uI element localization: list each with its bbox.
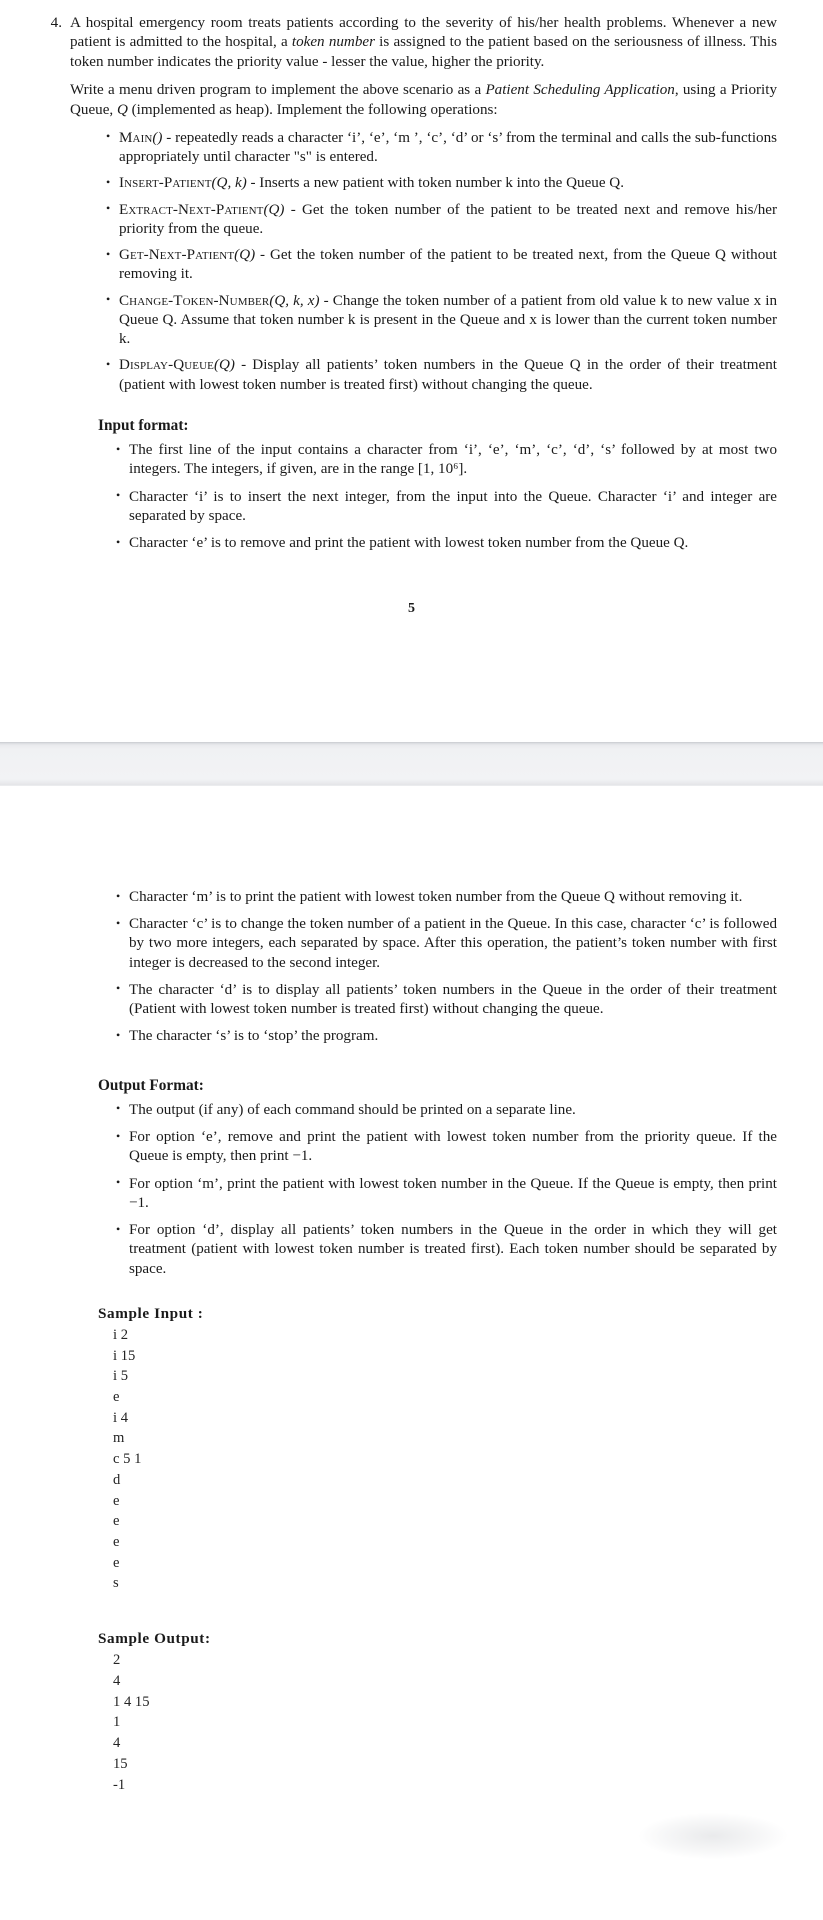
problem-number: 4. [50, 15, 62, 31]
operation-main: Main() - repeatedly reads a character ‘i… [106, 128, 777, 167]
operation-signature: (Q) [263, 201, 285, 218]
pdf-viewer[interactable]: 4. A hospital emergency room treats pati… [0, 0, 823, 1920]
sample-output-title: Sample Output: [98, 1630, 211, 1648]
problem-paragraph-2: Write a menu driven program to implement… [70, 81, 777, 120]
input-format-item: Character ‘m’ is to print the patient wi… [116, 887, 777, 907]
paragraph-2-part-c: (implemented as heap). Implement the fol… [127, 101, 498, 118]
sample-input-line: i 15 [113, 1347, 136, 1364]
sample-input-line: e [113, 1534, 120, 1551]
operation-change-token-number: Change-Token-Number(Q, k, x) - Change th… [106, 291, 777, 350]
sample-input-title: Sample Input : [98, 1304, 204, 1322]
sample-input-line: c 5 1 [113, 1451, 142, 1468]
sample-output-line: 15 [113, 1755, 128, 1772]
sample-input-line: d [113, 1471, 121, 1488]
sample-input-line: e [113, 1513, 120, 1530]
operation-display-queue: Display-Queue(Q) - Display all patients’… [106, 356, 777, 394]
problem-item-4: 4. A hospital emergency room treats pati… [46, 14, 777, 401]
sample-input-line: e [113, 1492, 120, 1509]
paragraph-2-part-a: Write a menu driven program to implement… [70, 82, 486, 99]
operation-name: Extract-Next-Patient [119, 201, 264, 218]
operation-text: - Inserts a new patient with token numbe… [246, 175, 624, 192]
operation-insert-patient: Insert-Patient(Q, k) - Inserts a new pat… [106, 174, 777, 193]
operation-signature: (Q) [234, 247, 256, 264]
sample-input-line: s [113, 1575, 119, 1592]
operation-name: Insert-Patient [119, 175, 212, 192]
sample-output-block: Sample Output: 2 4 1 4 15 1 4 15 -1 [46, 1630, 777, 1795]
operation-text: - repeatedly reads a character ‘i’, ‘e’,… [119, 129, 777, 166]
sample-output-line: -1 [113, 1776, 126, 1793]
operation-signature: (Q, k) [211, 175, 247, 192]
output-format-item: For option ‘e’, remove and print the pat… [116, 1128, 777, 1166]
sample-output-line: 4 [113, 1672, 121, 1689]
sample-input-line: i 5 [113, 1368, 128, 1385]
output-format-heading: Output Format: [98, 1076, 204, 1094]
floating-control-shadow [639, 1813, 787, 1860]
output-format-item: The output (if any) of each command shou… [116, 1100, 777, 1120]
output-format-item: For option ‘m’, print the patient with l… [116, 1174, 777, 1213]
operation-signature: (Q) [213, 357, 235, 374]
operation-name: Change-Token-Number [119, 292, 270, 309]
sample-output-lines: 2 4 1 4 15 1 4 15 -1 [98, 1650, 777, 1795]
problem-paragraph-1: A hospital emergency room treats patient… [70, 15, 777, 70]
operation-name: Main [119, 129, 153, 146]
document-page-1: 4. A hospital emergency room treats pati… [0, 0, 823, 742]
sample-output-line: 4 [113, 1735, 121, 1752]
sample-input-line: i 4 [113, 1409, 128, 1426]
operation-get-next-patient: Get-Next-Patient(Q) - Get the token numb… [106, 246, 777, 284]
operation-signature: () [152, 129, 163, 146]
sample-output-line: 2 [113, 1652, 121, 1669]
operation-name: Display-Queue [119, 357, 214, 374]
operation-name: Get-Next-Patient [119, 247, 235, 264]
sample-input-lines: i 2 i 15 i 5 e i 4 m c 5 1 d e e e e s [98, 1325, 777, 1594]
sample-output-line: 1 4 15 [113, 1693, 150, 1710]
operations-list: Main() - repeatedly reads a character ‘i… [70, 128, 777, 395]
output-format-list: The output (if any) of each command shou… [46, 1100, 777, 1279]
operation-extract-next-patient: Extract-Next-Patient(Q) - Get the token … [106, 200, 777, 239]
input-format-item: Character ‘i’ is to insert the next inte… [116, 487, 777, 526]
sample-output-line: 1 [113, 1714, 121, 1731]
document-page-2: Character ‘m’ is to print the patient wi… [0, 786, 823, 1860]
page-number: 5 [408, 601, 415, 617]
queue-symbol-q: Q [116, 101, 128, 118]
token-number-emphasis: token number [291, 34, 375, 51]
output-format-item: For option ‘d’, display all patients’ to… [116, 1221, 777, 1279]
input-format-item: The first line of the input contains a c… [116, 441, 777, 479]
input-format-item: The character ‘s’ is to ‘stop’ the progr… [116, 1027, 777, 1046]
input-format-item: Character ‘e’ is to remove and print the… [116, 534, 777, 553]
sample-input-line: m [113, 1430, 125, 1447]
application-name-emphasis: Patient Scheduling Application [485, 82, 675, 99]
input-format-heading: Input format: [98, 416, 189, 434]
input-format-list-page-1: The first line of the input contains a c… [46, 441, 777, 553]
operation-signature: (Q, k, x) [269, 292, 320, 309]
input-format-item: Character ‘c’ is to change the token num… [116, 915, 777, 973]
sample-input-line: e [113, 1554, 120, 1571]
sample-input-block: Sample Input : i 2 i 15 i 5 e i 4 m c 5 … [46, 1305, 777, 1594]
page-separator [0, 742, 823, 786]
input-format-list-page-2: Character ‘m’ is to print the patient wi… [46, 887, 777, 1047]
problem-body: A hospital emergency room treats patient… [70, 14, 777, 401]
sample-input-line: i 2 [113, 1326, 128, 1343]
input-format-item: The character ‘d’ is to display all pati… [116, 980, 777, 1019]
sample-input-line: e [113, 1389, 120, 1406]
